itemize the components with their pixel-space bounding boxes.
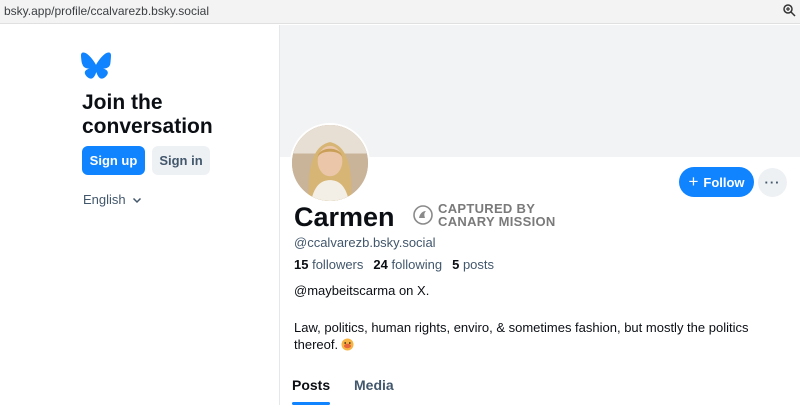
followers-stat[interactable]: 15 followers (294, 257, 363, 272)
bio-text: Law, politics, human rights, enviro, & s… (294, 320, 749, 352)
following-stat[interactable]: 24 following (373, 257, 442, 272)
url-text[interactable]: bsky.app/profile/ccalvarezb.bsky.social (4, 4, 209, 18)
language-label: English (83, 192, 126, 207)
bio-line-1: @maybeitscarma on X. (294, 283, 430, 298)
display-name: Carmen (294, 202, 395, 232)
watermark-text: CAPTURED BY CANARY MISSION (438, 202, 556, 228)
watermark-line2: CANARY MISSION (438, 214, 556, 229)
avatar-photo (292, 125, 368, 201)
profile-main: + Follow ··· Carmen CAPTURED BY CANARY M… (280, 25, 800, 405)
avatar[interactable] (290, 123, 370, 203)
following-label: following (391, 257, 443, 272)
sign-up-button[interactable]: Sign up (82, 146, 145, 175)
followers-label: followers (312, 257, 364, 272)
profile-handle: @ccalvarezb.bsky.social (294, 235, 436, 250)
face-emoji-icon (341, 338, 354, 351)
zoom-icon[interactable] (782, 3, 796, 17)
language-selector[interactable]: English (83, 192, 142, 207)
chevron-down-icon (132, 197, 141, 203)
tab-media[interactable]: Media (354, 377, 394, 393)
follow-button[interactable]: + Follow (679, 167, 754, 197)
sign-in-button[interactable]: Sign in (152, 146, 210, 175)
posts-label: posts (462, 257, 495, 272)
profile-stats: 15 followers 24 following 5 posts (294, 257, 494, 272)
left-sidebar: Join the conversation Sign up Sign in En… (0, 25, 279, 405)
butterfly-logo-icon[interactable] (81, 52, 111, 79)
profile-tabs: Posts Media (280, 375, 800, 405)
canary-mission-icon (413, 205, 433, 225)
browser-url-bar[interactable]: bsky.app/profile/ccalvarezb.bsky.social (0, 0, 800, 24)
posts-count: 5 (452, 257, 460, 272)
follow-label: Follow (703, 174, 745, 190)
more-options-button[interactable]: ··· (758, 168, 787, 197)
join-title: Join the conversation (82, 91, 213, 138)
tab-posts[interactable]: Posts (292, 377, 330, 393)
posts-stat: 5 posts (452, 257, 494, 272)
following-count: 24 (373, 257, 388, 272)
plus-icon: + (688, 172, 699, 191)
followers-count: 15 (294, 257, 309, 272)
bio-line-2: Law, politics, human rights, enviro, & s… (294, 319, 794, 353)
watermark: CAPTURED BY CANARY MISSION (413, 202, 556, 228)
